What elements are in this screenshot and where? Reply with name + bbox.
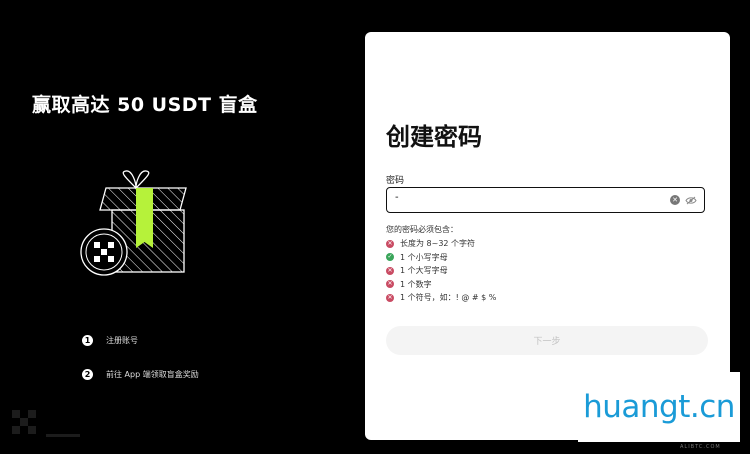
step-number: 2	[82, 368, 93, 380]
fail-icon: ✕	[386, 293, 394, 302]
step-label: 前往 App 端领取盲盒奖励	[106, 369, 199, 379]
faded-logo-icon	[12, 410, 80, 437]
requirement-item: ✕ 1 个数字	[386, 278, 496, 292]
step-label: 注册账号	[106, 335, 138, 345]
fail-icon: ✕	[386, 239, 394, 248]
requirement-item: ✓ 1 个小写字母	[386, 251, 496, 265]
requirement-item: ✕ 1 个符号，如：! @ # $ %	[386, 291, 496, 305]
requirement-text: 1 个大写字母	[400, 266, 448, 276]
requirement-text: 1 个小写字母	[400, 252, 448, 262]
requirements-title: 您的密码必须包含：	[386, 225, 458, 234]
clear-icon[interactable]: ✕	[670, 195, 680, 205]
watermark-text: huangt.cn	[583, 389, 735, 425]
gift-box-icon	[80, 170, 187, 276]
requirement-text: 长度为 8~32 个字符	[400, 239, 476, 249]
step-item: 2 前往 App 端领取盲盒奖励	[82, 367, 199, 381]
requirement-text: 1 个数字	[400, 279, 432, 289]
watermark: huangt.cn	[578, 372, 740, 442]
eye-off-icon[interactable]	[685, 196, 697, 205]
requirement-text: 1 个符号，如：! @ # $ %	[400, 293, 497, 303]
page-title: 创建密码	[386, 123, 482, 151]
password-field[interactable]: ✕	[386, 187, 705, 213]
fail-icon: ✕	[386, 266, 394, 275]
requirement-item: ✕ 长度为 8~32 个字符	[386, 237, 496, 251]
promo-title: 赢取高达 50 USDT 盲盒	[32, 94, 258, 116]
next-button[interactable]: 下一步	[386, 326, 708, 355]
step-number: 1	[82, 334, 93, 346]
password-label: 密码	[386, 176, 405, 186]
check-icon: ✓	[386, 253, 394, 262]
step-item: 1 注册账号	[82, 333, 199, 347]
requirement-item: ✕ 1 个大写字母	[386, 264, 496, 278]
watermark-subtext: ALIBTC.COM	[680, 444, 721, 450]
fail-icon: ✕	[386, 280, 394, 289]
promo-steps: 1 注册账号 2 前往 App 端领取盲盒奖励	[82, 333, 199, 401]
requirements-list: ✕ 长度为 8~32 个字符 ✓ 1 个小写字母 ✕ 1 个大写字母 ✕ 1 个…	[386, 237, 496, 305]
password-input[interactable]	[395, 192, 665, 203]
